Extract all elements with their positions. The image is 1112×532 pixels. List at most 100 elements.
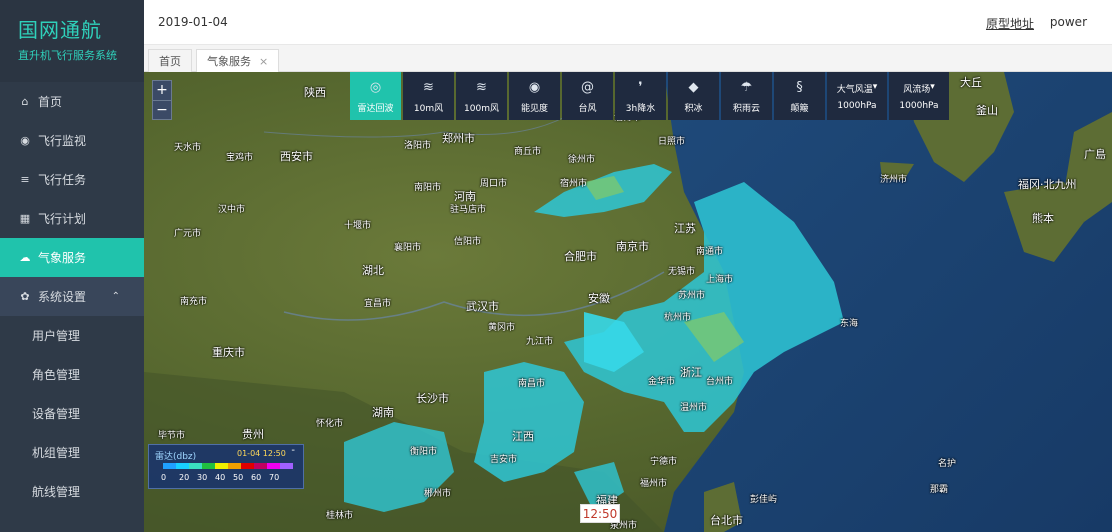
legend-minimize-button[interactable]: - <box>291 445 295 456</box>
toolbar-button-7[interactable]: ☂ 积雨云 <box>721 72 772 120</box>
place-label: 宿州市 <box>560 179 588 189</box>
place-label: 台北市 <box>710 514 743 527</box>
sidebar-item-2[interactable]: ≡ 飞行任务 <box>0 160 144 199</box>
eye-icon: ◉ <box>20 134 30 147</box>
toolbar-button-0[interactable]: ◎ 雷达回波 <box>350 72 401 120</box>
toolbar-label: 100m风 <box>464 103 499 114</box>
place-label: 徐州市 <box>568 155 596 165</box>
place-label: 汉中市 <box>218 205 246 215</box>
place-label: 苏州市 <box>678 291 706 301</box>
current-date: 2019-01-04 <box>158 15 228 29</box>
sidebar-nav: ⌂ 首页 ◉ 飞行监视 ≡ 飞行任务 ▦ 飞行计划 ☁ 气象服务 ✿ 系统设置 ⌃ 用户管理 角色管理 设备管… <box>0 82 144 511</box>
ice-icon: ◆ <box>688 80 699 95</box>
toolbar-label: 3h降水 <box>625 103 656 114</box>
typhoon-icon: @ <box>581 80 594 95</box>
place-label: 信阳市 <box>454 237 482 247</box>
cloud-rain-icon: ☂ <box>740 80 753 95</box>
place-label: 广島 <box>1084 148 1106 161</box>
tab-home[interactable]: 首页 <box>148 49 192 72</box>
prototype-link[interactable]: 原型地址 <box>986 15 1034 32</box>
sidebar-item-label: 飞行计划 <box>38 212 87 226</box>
legend-tick: 20 <box>179 473 190 482</box>
place-label: 熊本 <box>1032 212 1054 225</box>
place-label: 东海 <box>840 319 859 329</box>
toolbar-button-8[interactable]: § 颠簸 <box>774 72 825 120</box>
place-label: 上海市 <box>706 275 734 285</box>
sidebar-item-5[interactable]: ✿ 系统设置 ⌃ <box>0 277 144 316</box>
weather-map[interactable]: + − 陕西 天水市 宝鸡市 西安市 汉中市 广元市 十堰市 襄阳市 南阳市 湖北 宜昌市 南充市 重庆… <box>144 72 1112 532</box>
place-label: 广元市 <box>174 229 202 239</box>
sidebar-subitem-0[interactable]: 用户管理 <box>0 316 144 355</box>
place-label: 南阳市 <box>414 183 442 193</box>
caret-down-icon: ▾ <box>872 81 878 92</box>
place-label: 江苏 <box>674 222 696 235</box>
toolbar-button-6[interactable]: ◆ 积冰 <box>668 72 719 120</box>
place-label: 西安市 <box>280 150 313 163</box>
toolbar-button-1[interactable]: ≋ 10m风 <box>403 72 454 120</box>
place-label: 武汉市 <box>466 300 499 313</box>
toolbar-button-3[interactable]: ◉ 能见度 <box>509 72 560 120</box>
place-label: 福州市 <box>640 479 668 489</box>
place-label: 湖南 <box>372 406 394 419</box>
place-label: 大丘 <box>960 76 982 89</box>
toolbar-label: 台风 <box>578 103 597 114</box>
legend-swatch <box>228 463 241 469</box>
toolbar-button-4[interactable]: @ 台风 <box>562 72 613 120</box>
sidebar-item-1[interactable]: ◉ 飞行监视 <box>0 121 144 160</box>
legend-title: 雷达(dbz) <box>155 452 197 462</box>
sidebar-subitem-2[interactable]: 设备管理 <box>0 394 144 433</box>
place-label: 南通市 <box>696 247 724 257</box>
place-label: 驻马店市 <box>450 205 487 215</box>
user-name[interactable]: power <box>1050 15 1087 29</box>
toolbar-button-10[interactable]: 风流场 ▾ 1000hPa <box>889 72 949 120</box>
place-label: 洛阳市 <box>404 141 432 151</box>
sidebar-item-label: 首页 <box>38 95 63 109</box>
place-label: 重庆市 <box>212 346 245 359</box>
place-label: 怀化市 <box>316 419 344 429</box>
toolbar-label: 能见度 <box>520 103 548 114</box>
legend-swatch <box>254 463 267 469</box>
sidebar-item-4[interactable]: ☁ 气象服务 <box>0 238 144 277</box>
visibility-icon: ◉ <box>528 80 541 95</box>
calendar-icon: ▦ <box>19 212 31 225</box>
place-label: 吉安市 <box>490 455 518 465</box>
list-icon: ≡ <box>20 173 30 186</box>
legend-swatch <box>189 463 202 469</box>
toolbar-button-2[interactable]: ≋ 100m风 <box>456 72 507 120</box>
toolbar-label: 10m风 <box>413 103 444 114</box>
sidebar: 国网通航 直升机飞行服务系统 ⌂ 首页 ◉ 飞行监视 ≡ 飞行任务 ▦ 飞行计划 ☁ 气象服务 ✿ 系… <box>0 0 144 532</box>
place-label: 周口市 <box>480 179 508 189</box>
tab-weather[interactable]: 气象服务 × <box>196 49 280 72</box>
place-label: 济州市 <box>880 175 908 185</box>
toolbar-dropdown-label: 风流场 <box>903 84 931 95</box>
sidebar-subitem-1[interactable]: 角色管理 <box>0 355 144 394</box>
close-icon[interactable]: × <box>259 55 268 68</box>
legend-color-bar <box>163 463 293 469</box>
radar-legend: 雷达(dbz) 01-04 12:50 - 0 20 30 40 50 60 70 <box>148 444 304 489</box>
legend-tick: 60 <box>251 473 262 482</box>
place-label: 金华市 <box>648 377 676 387</box>
toolbar-button-9[interactable]: 大气风温 ▾ 1000hPa <box>827 72 887 120</box>
sidebar-subitem-3[interactable]: 机组管理 <box>0 433 144 472</box>
zoom-in-button[interactable]: + <box>153 81 171 100</box>
chevron-up-icon: ⌃ <box>111 291 120 302</box>
sidebar-subitem-4[interactable]: 航线管理 <box>0 472 144 511</box>
place-label: 那霸 <box>930 485 949 495</box>
sidebar-item-3[interactable]: ▦ 飞行计划 <box>0 199 144 238</box>
place-label: 无锡市 <box>668 267 696 277</box>
toolbar-label: 积雨云 <box>732 103 760 114</box>
toolbar-button-5[interactable]: ❜ 3h降水 <box>615 72 666 120</box>
place-label: 彭佳屿 <box>750 495 778 505</box>
place-label: 十堰市 <box>344 221 372 231</box>
sidebar-item-0[interactable]: ⌂ 首页 <box>0 82 144 121</box>
toolbar-label: 雷达回波 <box>357 103 394 114</box>
home-icon: ⌂ <box>21 95 29 108</box>
legend-swatch <box>280 463 293 469</box>
toolbar-label: 颠簸 <box>790 103 809 114</box>
place-label: 温州市 <box>680 403 708 413</box>
rain-icon: ❜ <box>638 80 643 95</box>
place-label: 郴州市 <box>424 489 452 499</box>
sidebar-item-label: 系统设置 <box>38 290 87 304</box>
place-label: 湖北 <box>362 264 384 277</box>
zoom-out-button[interactable]: − <box>153 100 171 119</box>
